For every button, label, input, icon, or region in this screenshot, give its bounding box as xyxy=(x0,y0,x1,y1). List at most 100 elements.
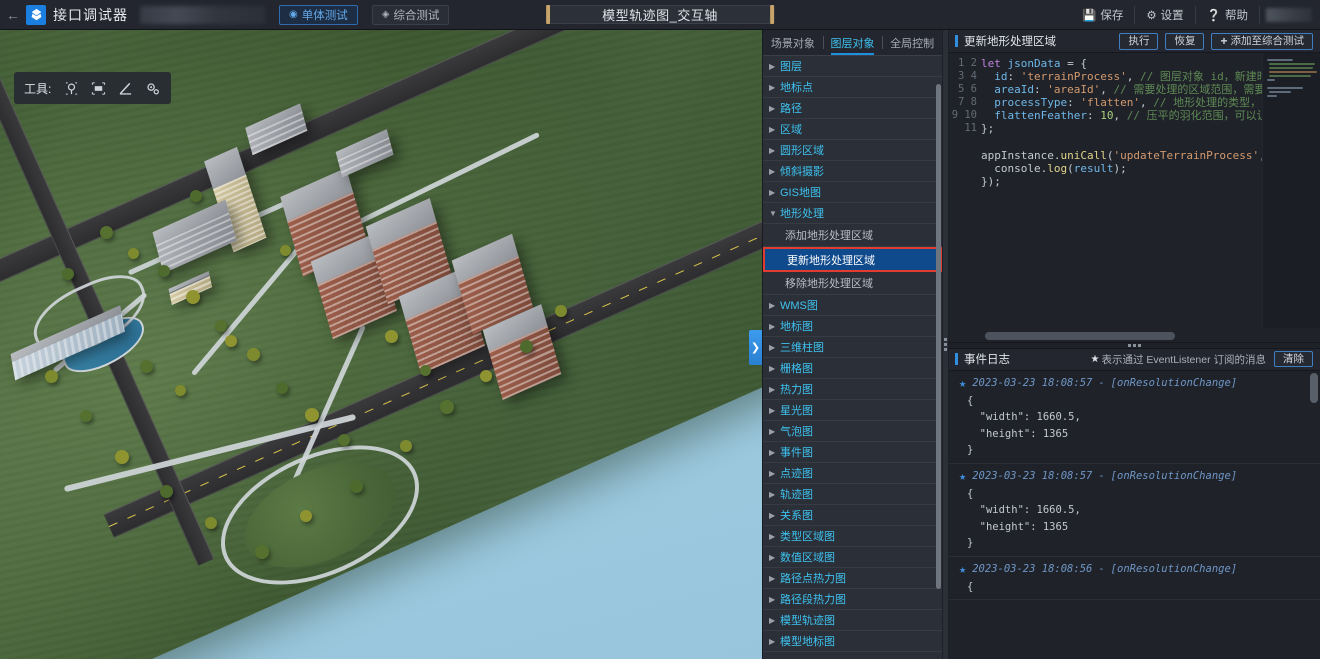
code-content[interactable]: let jsonData = { id: 'terrainProcess', /… xyxy=(981,53,1262,188)
settings-gear-icon[interactable] xyxy=(144,80,161,97)
minimap-line xyxy=(1267,87,1303,89)
tree-item-event-map[interactable]: ▶ 事件图 xyxy=(763,442,942,463)
gear-icon: ⚙ xyxy=(1146,9,1157,22)
execute-button[interactable]: 执行 xyxy=(1119,32,1159,50)
tree xyxy=(115,450,129,464)
help-button[interactable]: ❔ 帮助 xyxy=(1196,5,1260,24)
vertical-splitter[interactable] xyxy=(942,30,949,659)
chevron-right-icon: ▶ xyxy=(769,489,776,499)
event-log-list[interactable]: ★ 2023-03-23 18:08:57 - [onResolutionCha… xyxy=(949,370,1320,659)
chevron-down-icon: ▼ xyxy=(769,208,777,218)
tree-item-path-point-heatmap[interactable]: ▶ 路径点热力图 xyxy=(763,568,942,589)
tree-item-label: 路径点热力图 xyxy=(780,573,846,585)
tree xyxy=(247,348,260,361)
tree xyxy=(338,434,350,446)
chevron-right-icon: ▶ xyxy=(769,552,776,562)
editor-actions: 执行 恢复 + 添加至综合测试 xyxy=(1119,32,1320,50)
area-select-icon[interactable] xyxy=(90,80,107,97)
tree-item-label: 路径段热力图 xyxy=(780,594,846,606)
tree-item-path-segment-heatmap[interactable]: ▶ 路径段热力图 xyxy=(763,589,942,610)
add-to-integration-test-label: 添加至综合测试 xyxy=(1230,34,1305,47)
log-event-name: [onResolutionChange] xyxy=(1110,376,1238,389)
tab-layer-objects[interactable]: 图层对象 xyxy=(822,30,883,55)
tree-item-label: 地形处理 xyxy=(780,208,824,220)
tree-item-oblique-photography[interactable]: ▶ 倾斜摄影 xyxy=(763,161,942,182)
tree-item-landmark-point[interactable]: ▶ 地标点 xyxy=(763,77,942,98)
tree-item-track-map[interactable]: ▶ 轨迹图 xyxy=(763,484,942,505)
tree-item-label: 气泡图 xyxy=(780,426,813,438)
viewport-toolbar: 工具: xyxy=(14,72,172,104)
tree-item-path[interactable]: ▶ 路径 xyxy=(763,98,942,119)
chevron-right-icon: ▶ xyxy=(769,594,776,604)
tree xyxy=(305,408,319,422)
restore-button[interactable]: 恢复 xyxy=(1165,32,1205,50)
star-icon: ★ xyxy=(959,561,967,576)
tree-item-model-landmark-map[interactable]: ▶ 模型地标图 xyxy=(763,631,942,652)
tree-item-label: 数值区域图 xyxy=(780,552,835,564)
tree-item-model-track-map[interactable]: ▶ 模型轨迹图 xyxy=(763,610,942,631)
log-entry[interactable]: ★ 2023-03-23 18:08:56 - [onResolutionCha… xyxy=(949,557,1320,600)
app-logo-icon xyxy=(26,4,46,25)
tree xyxy=(128,248,139,259)
tree-item-label: 模型地标图 xyxy=(780,636,835,648)
tree-child-update-terrain-area[interactable]: 更新地形处理区域 xyxy=(763,247,942,272)
tree-item-grid-map[interactable]: ▶ 栅格图 xyxy=(763,358,942,379)
tab-global-control[interactable]: 全局控制 xyxy=(882,30,942,55)
tree-item-label: 路径 xyxy=(780,103,802,115)
measure-pen-icon[interactable] xyxy=(117,80,134,97)
log-entry[interactable]: ★ 2023-03-23 18:08:57 - [onResolutionCha… xyxy=(949,464,1320,557)
panel-collapse-toggle[interactable]: ❯ xyxy=(749,330,762,365)
object-tree-scrollbar[interactable] xyxy=(936,84,941,589)
clear-log-button[interactable]: 清除 xyxy=(1274,351,1313,367)
tree-item-value-area-map[interactable]: ▶ 数值区域图 xyxy=(763,547,942,568)
pin-marker-icon[interactable] xyxy=(63,80,80,97)
tree-item-type-area-map[interactable]: ▶ 类型区域图 xyxy=(763,526,942,547)
tree-item-label: 关系图 xyxy=(780,510,813,522)
log-scrollbar[interactable] xyxy=(1310,372,1318,403)
minimap-line xyxy=(1269,75,1311,77)
3d-viewport[interactable]: 工具: ❯ xyxy=(0,30,762,659)
tree-item-3d-column-chart[interactable]: ▶ 三维柱图 xyxy=(763,337,942,358)
editor-title: 更新地形处理区域 xyxy=(964,36,1056,48)
tree-item-relation-map[interactable]: ▶ 关系图 xyxy=(763,505,942,526)
object-tree[interactable]: ▶ 图层 ▶ 地标点 ▶ 路径 ▶ 区域 ▶ 圆形区域 ▶ 倾斜摄影 ▶ GIS地图 ▼ 地形处… xyxy=(763,56,942,659)
tree-item-starlight-map[interactable]: ▶ 星光图 xyxy=(763,400,942,421)
right-column: 更新地形处理区域 执行 恢复 + 添加至综合测试 1 2 3 4 5 6 7 8… xyxy=(949,30,1320,659)
tree-item-gis-map[interactable]: ▶ GIS地图 xyxy=(763,182,942,203)
tree-item-circle-area[interactable]: ▶ 圆形区域 xyxy=(763,140,942,161)
code-editor[interactable]: 1 2 3 4 5 6 7 8 9 10 11 let jsonData = {… xyxy=(949,53,1320,342)
settings-button[interactable]: ⚙ 设置 xyxy=(1135,5,1196,24)
tree-item-layer[interactable]: ▶ 图层 xyxy=(763,56,942,77)
header-accent-bar xyxy=(955,35,958,47)
horizontal-splitter[interactable] xyxy=(949,341,1320,349)
log-event-name: [onResolutionChange] xyxy=(1110,469,1238,482)
tree-item-heatmap[interactable]: ▶ 热力图 xyxy=(763,379,942,400)
tree-item-label: 地标点 xyxy=(780,82,813,94)
tree-item-wms-map[interactable]: ▶ WMS图 xyxy=(763,295,942,316)
title-blur-block xyxy=(140,5,265,24)
tab-scene-objects[interactable]: 场景对象 xyxy=(763,30,823,55)
tree-item-terrain-process[interactable]: ▼ 地形处理 xyxy=(763,203,942,224)
back-arrow-icon[interactable]: ← xyxy=(0,0,26,30)
plus-icon: + xyxy=(1220,33,1228,48)
tree-item-landmark-map[interactable]: ▶ 地标图 xyxy=(763,316,942,337)
tree-item-area[interactable]: ▶ 区域 xyxy=(763,119,942,140)
add-to-integration-test-button[interactable]: + 添加至综合测试 xyxy=(1211,32,1313,50)
tree xyxy=(175,385,186,396)
log-separator: - xyxy=(1098,469,1105,482)
tree xyxy=(400,440,412,452)
mode-button-integration-test[interactable]: ◈ 综合测试 xyxy=(371,4,450,25)
tree-item-bubble-map[interactable]: ▶ 气泡图 xyxy=(763,421,942,442)
save-button[interactable]: 💾 保存 xyxy=(1071,5,1136,24)
log-entry[interactable]: ★ 2023-03-23 18:08:57 - [onResolutionCha… xyxy=(949,371,1320,464)
tree-item-point-trace-map[interactable]: ▶ 点迹图 xyxy=(763,463,942,484)
app-title: 接口调试器 xyxy=(53,6,128,23)
code-area[interactable]: 1 2 3 4 5 6 7 8 9 10 11 let jsonData = {… xyxy=(949,53,1262,328)
tree-child-remove-terrain-area[interactable]: 移除地形处理区域 xyxy=(763,272,942,295)
editor-horizontal-scrollbar[interactable] xyxy=(985,331,1175,340)
mode-button-unit-test[interactable]: ◉ 单体测试 xyxy=(279,4,358,25)
user-avatar[interactable] xyxy=(1266,7,1312,22)
tree-child-add-terrain-area[interactable]: 添加地形处理区域 xyxy=(763,224,942,247)
tree xyxy=(520,340,533,353)
editor-minimap[interactable] xyxy=(1262,53,1320,328)
